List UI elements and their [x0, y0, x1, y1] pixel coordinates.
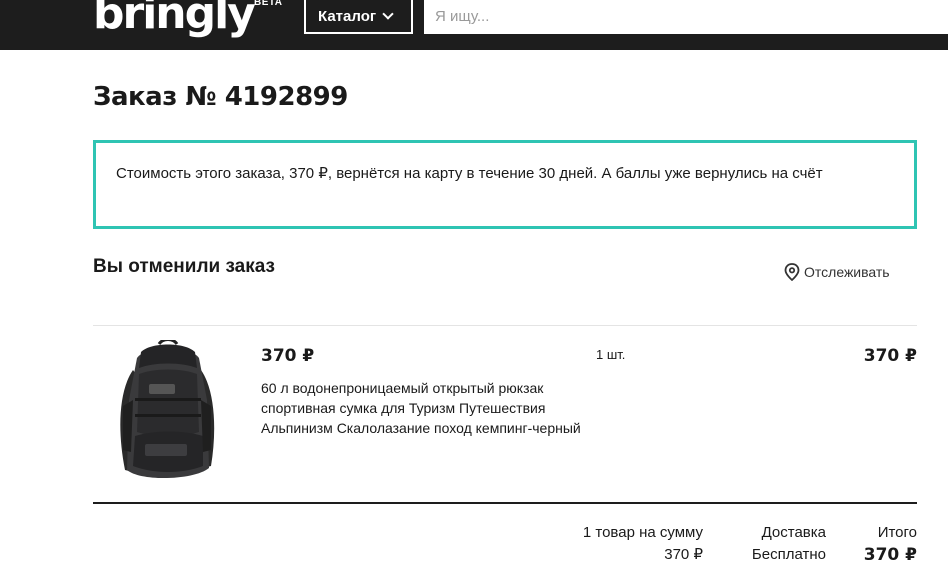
catalog-button[interactable]: Каталог [304, 0, 413, 34]
item-total: 370 ₽ [863, 346, 917, 366]
beta-badge: BETA [254, 0, 283, 8]
order-status: Вы отменили заказ [93, 256, 275, 277]
chevron-down-icon [382, 7, 394, 20]
summary-items-label: 1 товар на сумму [582, 524, 703, 541]
track-link[interactable]: Отслеживать [784, 263, 890, 281]
page-title: Заказ № 4192899 [93, 82, 348, 112]
summary-total: Итого 370 ₽ [864, 522, 917, 566]
divider [93, 325, 917, 326]
refund-notice-text: Стоимость этого заказа, 370 ₽, вернётся … [116, 165, 823, 182]
catalog-button-label: Каталог [318, 7, 377, 25]
item-price: 370 ₽ [261, 346, 315, 366]
item-name-link[interactable]: 60 л водонепроницаемый открытый рюкзак с… [261, 378, 581, 438]
item-quantity: 1 шт. [596, 347, 626, 362]
location-pin-icon [784, 263, 800, 281]
track-label: Отслеживать [804, 264, 890, 280]
logo[interactable]: bringly [93, 0, 256, 40]
top-header: bringly BETA Каталог [0, 0, 948, 50]
summary-divider [93, 502, 917, 504]
summary-items-value: 370 ₽ [664, 546, 703, 563]
search-input[interactable] [424, 0, 948, 34]
summary-total-label: Итого [877, 524, 917, 541]
summary-delivery: Доставка Бесплатно [752, 522, 826, 566]
product-image[interactable] [115, 338, 219, 486]
summary-delivery-label: Доставка [761, 524, 826, 541]
summary-items: 1 товар на сумму 370 ₽ [583, 522, 703, 566]
refund-notice: Стоимость этого заказа, 370 ₽, вернётся … [93, 140, 917, 229]
summary-total-value: 370 ₽ [863, 545, 917, 565]
summary-delivery-value: Бесплатно [751, 546, 826, 563]
